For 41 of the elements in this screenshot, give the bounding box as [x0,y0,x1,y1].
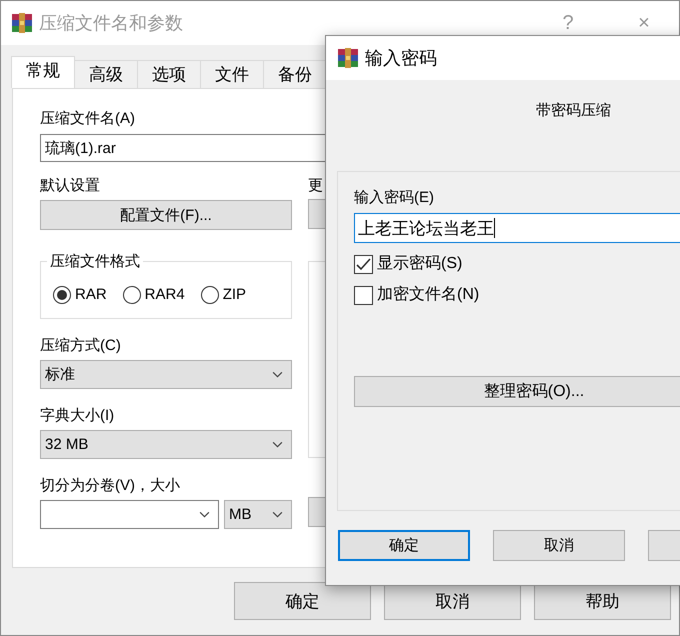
unit-dropdown[interactable]: MB [224,500,292,529]
caret-icon [199,511,210,518]
password-field[interactable]: 上老王论坛当老王 [354,213,680,243]
checkbox[interactable] [354,286,373,304]
field-label: 压缩文件名(A) [40,109,135,129]
caret-icon [272,441,283,448]
dropdown-value: 32 MB [45,434,88,454]
radio-label[interactable]: RAR4 [144,285,185,305]
radio-label[interactable]: ZIP [222,285,246,305]
dialog-button[interactable]: 取消 [493,530,626,561]
checkbox-label[interactable]: 显示密码(S) [377,254,462,274]
volume-size-combo[interactable] [40,500,219,529]
caret-icon [272,511,283,518]
dictionary-dropdown[interactable]: 32 MB [40,430,292,459]
field-label: 输入密码(E) [354,188,434,208]
organize-passwords-button[interactable]: 整理密码(O)... [354,376,680,407]
checkbox-label[interactable]: 加密文件名(N) [377,285,480,305]
tab[interactable]: 常规 [11,56,75,88]
dialog-heading: 带密码压缩 [536,101,612,121]
dialog-button[interactable]: 确定 [234,582,371,620]
field-label: 压缩方式(C) [40,336,121,356]
window-title: 输入密码 [365,47,437,70]
stacked-books-icon [337,47,359,69]
dropdown-value: 标准 [45,364,75,384]
section-label: 更 [308,176,323,196]
section-label: 默认设置 [40,176,100,196]
radio-button[interactable] [200,286,219,304]
radio-button[interactable] [53,286,71,304]
field-label: 切分为分卷(V)，大小 [40,476,180,496]
radio-button[interactable] [122,286,141,304]
group-title: 压缩文件格式 [47,252,143,271]
caret-icon [272,371,283,378]
dialog-button[interactable]: 确定 [338,530,470,561]
stacked-books-icon [11,12,33,34]
dropdown-value: MB [229,504,252,524]
profiles-button[interactable]: 配置文件(F)... [40,200,292,230]
window-title: 压缩文件名和参数 [39,12,183,35]
method-dropdown[interactable]: 标准 [40,360,292,389]
checkbox[interactable] [354,254,373,274]
radio-label[interactable]: RAR [75,285,107,305]
field-label: 字典大小(I) [40,406,114,426]
